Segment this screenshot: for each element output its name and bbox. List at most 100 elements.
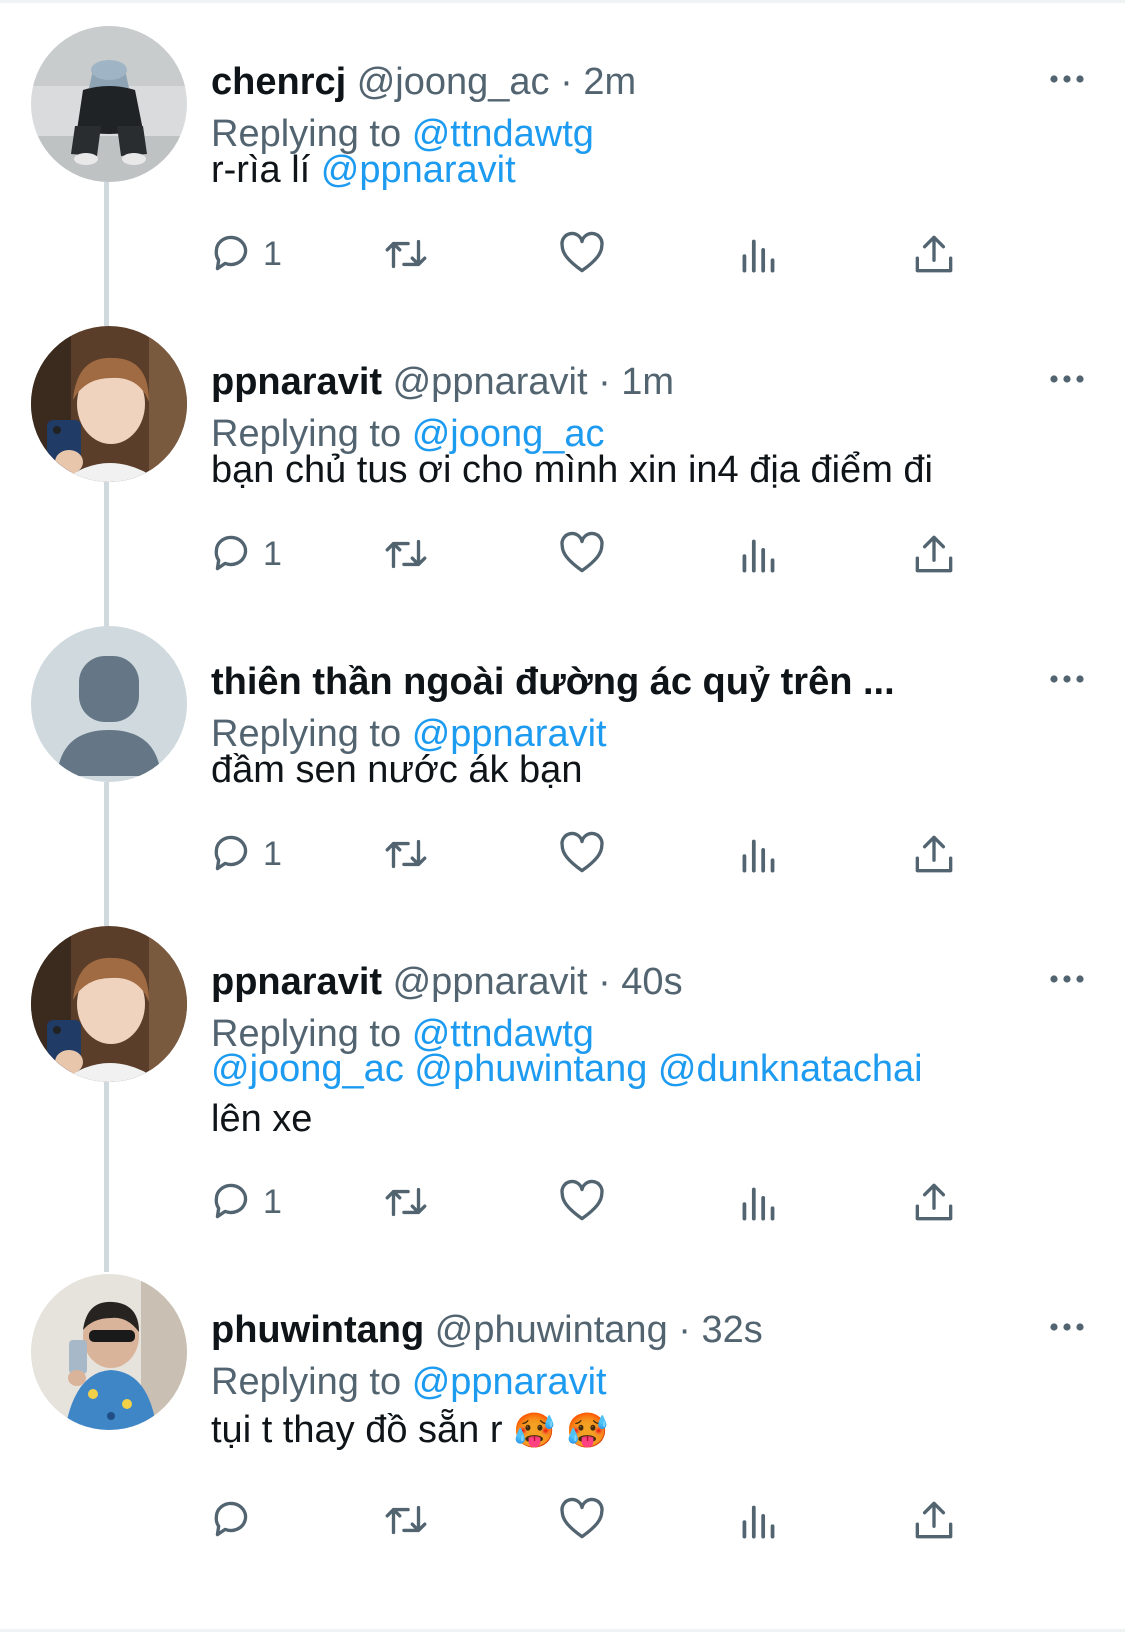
like-button[interactable] — [557, 1172, 607, 1232]
avatar[interactable] — [31, 626, 187, 782]
tweet[interactable]: thiên thần ngoài đường ác quỷ trên ... R… — [0, 626, 1125, 916]
tweet-header: chenrcj @joong_ac · 2m — [211, 54, 1011, 110]
more-dots-icon — [1047, 364, 1087, 394]
share-button[interactable] — [909, 524, 959, 584]
retweet-icon — [381, 1177, 431, 1227]
retweet-icon — [381, 1495, 431, 1545]
views-chart-icon — [734, 1177, 784, 1227]
views-chart-icon — [734, 1495, 784, 1545]
tweet-header: ppnaravit @ppnaravit · 1m — [211, 354, 1011, 410]
reply-bubble-icon — [207, 529, 257, 579]
views-chart-icon — [734, 829, 784, 879]
more-options-button[interactable] — [1047, 64, 1087, 94]
like-button[interactable] — [557, 224, 607, 284]
share-button[interactable] — [909, 1172, 959, 1232]
tweet[interactable]: chenrcj @joong_ac · 2m Replying to @ttnd… — [0, 26, 1125, 316]
reply-count: 1 — [263, 1182, 282, 1221]
retweet-icon — [381, 529, 431, 579]
more-dots-icon — [1047, 1312, 1087, 1342]
reply-bubble-icon — [207, 1177, 257, 1227]
replying-to-label: Replying to — [211, 1361, 402, 1403]
tweet-actions — [211, 1490, 1031, 1550]
reply-button[interactable]: 1 — [207, 824, 282, 884]
heart-icon — [557, 229, 607, 279]
top-divider — [0, 0, 1125, 3]
separator-dot: · — [678, 1309, 691, 1351]
avatar[interactable] — [31, 926, 187, 1082]
views-button[interactable] — [734, 1490, 784, 1550]
share-upload-icon — [909, 229, 959, 279]
timestamp[interactable]: 40s — [621, 961, 682, 1003]
tweet-text: bạn chủ tus ơi cho mình xin in4 địa điểm… — [211, 444, 1061, 496]
tweet-text-plain: bạn chủ tus ơi cho mình xin in4 địa điểm… — [211, 449, 933, 491]
separator-dot: · — [560, 61, 573, 103]
views-chart-icon — [734, 529, 784, 579]
heart-icon — [557, 829, 607, 879]
reply-bubble-icon — [207, 229, 257, 279]
avatar[interactable] — [31, 326, 187, 482]
user-handle[interactable]: @ppnaravit — [393, 361, 588, 403]
tweet-mention[interactable]: @ppnaravit — [321, 149, 516, 191]
reply-count: 1 — [263, 834, 282, 873]
retweet-button[interactable] — [381, 824, 431, 884]
tweet-mention[interactable]: @dunknatachai — [658, 1048, 923, 1090]
retweet-icon — [381, 229, 431, 279]
retweet-button[interactable] — [381, 524, 431, 584]
user-handle[interactable]: @phuwintang — [435, 1309, 668, 1351]
tweet-mention[interactable]: @joong_ac — [211, 1048, 404, 1090]
reply-button[interactable] — [207, 1490, 257, 1550]
user-handle[interactable]: @ppnaravit — [393, 961, 588, 1003]
tweet[interactable]: phuwintang @phuwintang · 32s Replying to… — [0, 1274, 1125, 1604]
user-handle[interactable]: @joong_ac — [357, 61, 550, 103]
more-options-button[interactable] — [1047, 1312, 1087, 1342]
replying-to-mention[interactable]: @ppnaravit — [412, 1361, 607, 1403]
default-profile-icon — [31, 626, 187, 782]
more-options-button[interactable] — [1047, 964, 1087, 994]
timestamp[interactable]: 2m — [583, 61, 636, 103]
tweet-text: tụi t thay đồ sẵn r 🥵 🥵 — [211, 1404, 1061, 1457]
more-dots-icon — [1047, 664, 1087, 694]
more-options-button[interactable] — [1047, 664, 1087, 694]
display-name[interactable]: ppnaravit — [211, 961, 382, 1003]
retweet-button[interactable] — [381, 224, 431, 284]
like-button[interactable] — [557, 524, 607, 584]
tweet[interactable]: ppnaravit @ppnaravit · 1m Replying to @j… — [0, 326, 1125, 616]
more-options-button[interactable] — [1047, 364, 1087, 394]
tweet-mention[interactable]: @phuwintang — [414, 1048, 647, 1090]
like-button[interactable] — [557, 824, 607, 884]
more-dots-icon — [1047, 964, 1087, 994]
share-upload-icon — [909, 1495, 959, 1545]
display-name[interactable]: thiên thần ngoài đường ác quỷ trên ... — [211, 661, 895, 703]
views-button[interactable] — [734, 1172, 784, 1232]
share-upload-icon — [909, 829, 959, 879]
avatar[interactable] — [31, 26, 187, 182]
views-button[interactable] — [734, 224, 784, 284]
display-name[interactable]: phuwintang — [211, 1309, 424, 1351]
avatar[interactable] — [31, 1274, 187, 1430]
display-name[interactable]: chenrcj — [211, 61, 346, 103]
tweet[interactable]: ppnaravit @ppnaravit · 40s Replying to @… — [0, 926, 1125, 1266]
reply-button[interactable]: 1 — [207, 524, 282, 584]
reply-button[interactable]: 1 — [207, 1172, 282, 1232]
views-chart-icon — [734, 229, 784, 279]
hot-face-emoji: 🥵 — [565, 1412, 609, 1450]
share-upload-icon — [909, 529, 959, 579]
reply-button[interactable]: 1 — [207, 224, 282, 284]
share-button[interactable] — [909, 824, 959, 884]
tweet-text: đầm sen nước ák bạn — [211, 744, 1061, 796]
like-button[interactable] — [557, 1490, 607, 1550]
timestamp[interactable]: 1m — [621, 361, 674, 403]
hot-face-emoji: 🥵 — [513, 1412, 556, 1450]
tweet-header: thiên thần ngoài đường ác quỷ trên ... — [211, 654, 1011, 710]
retweet-button[interactable] — [381, 1490, 431, 1550]
tweet-actions: 1 — [211, 824, 1031, 884]
views-button[interactable] — [734, 524, 784, 584]
retweet-button[interactable] — [381, 1172, 431, 1232]
timestamp[interactable]: 32s — [702, 1309, 763, 1351]
share-button[interactable] — [909, 1490, 959, 1550]
share-button[interactable] — [909, 224, 959, 284]
views-button[interactable] — [734, 824, 784, 884]
reply-bubble-icon — [207, 1495, 257, 1545]
display-name[interactable]: ppnaravit — [211, 361, 382, 403]
retweet-icon — [381, 829, 431, 879]
